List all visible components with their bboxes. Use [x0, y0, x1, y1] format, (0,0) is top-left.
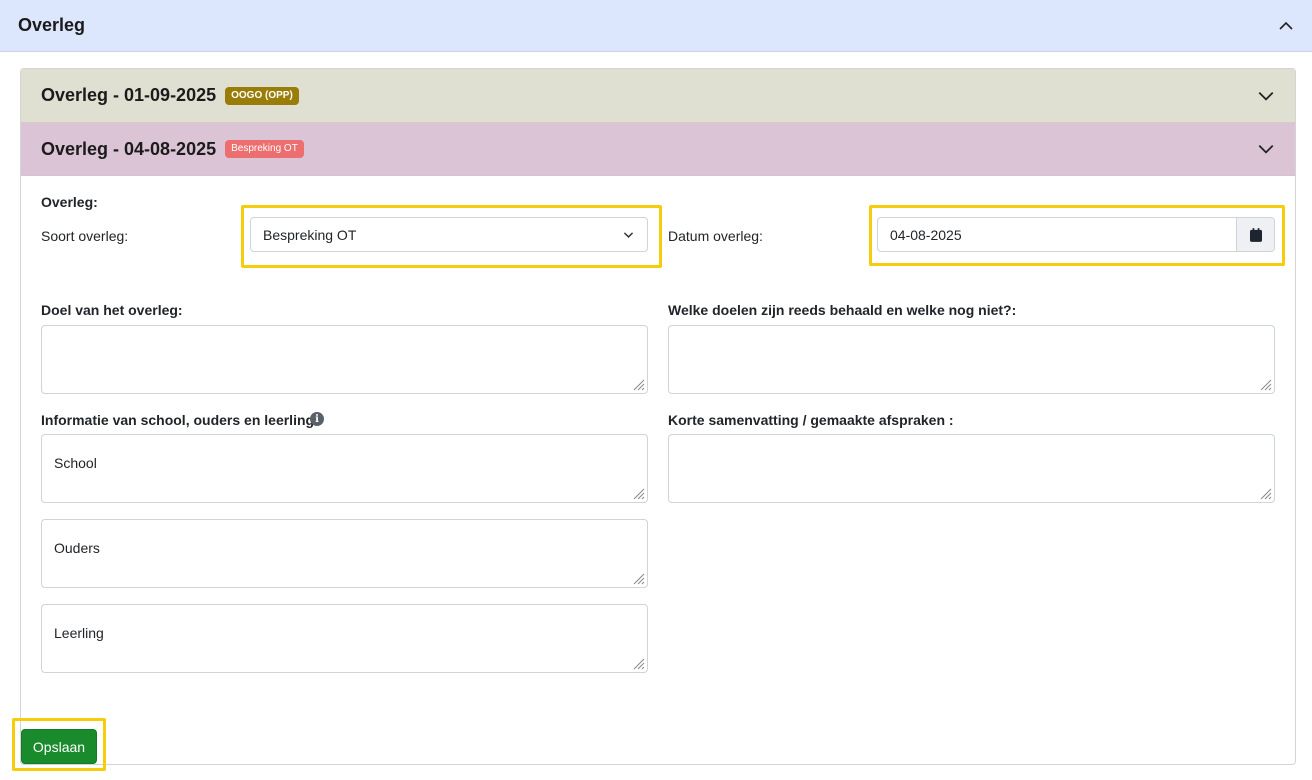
resize-grip-icon[interactable]: [633, 488, 645, 500]
datum-overleg-label: Datum overleg:: [668, 228, 763, 244]
chevron-down-icon[interactable]: [1257, 140, 1275, 158]
doelen-behaald-textarea[interactable]: [668, 325, 1275, 394]
ouders-text: Ouders: [54, 540, 100, 556]
school-textarea[interactable]: School: [41, 434, 648, 503]
doelen-behaald-label: Welke doelen zijn reeds behaald en welke…: [668, 302, 1017, 318]
status-badge: OOGO (OPP): [225, 86, 299, 105]
accordion-title: Overleg - 04-08-2025: [41, 138, 217, 159]
save-button[interactable]: Opslaan: [21, 729, 97, 764]
resize-grip-icon[interactable]: [633, 379, 645, 391]
resize-grip-icon[interactable]: [633, 658, 645, 670]
soort-overleg-label: Soort overleg:: [41, 228, 129, 244]
ouders-textarea[interactable]: Ouders: [41, 519, 648, 588]
accordion-item-overleg-04-08-2025[interactable]: Overleg - 04-08-2025 Bespreking OT: [21, 123, 1295, 176]
chevron-up-icon[interactable]: [1278, 18, 1294, 34]
samenvatting-label: Korte samenvatting / gemaakte afspraken …: [668, 412, 954, 428]
soort-overleg-value: Bespreking OT: [263, 226, 357, 243]
info-icon[interactable]: i: [310, 412, 324, 426]
overleg-section-label: Overleg:: [41, 194, 98, 210]
leerling-text: Leerling: [54, 625, 104, 641]
doel-label: Doel van het overleg:: [41, 302, 183, 318]
chevron-down-icon: [623, 232, 634, 238]
section-title: Overleg: [18, 15, 86, 35]
calendar-button[interactable]: [1236, 218, 1274, 251]
accordion-title: Overleg - 01-09-2025: [41, 85, 217, 105]
soort-overleg-select[interactable]: Bespreking OT: [250, 217, 648, 252]
datum-overleg-field[interactable]: 04-08-2025: [877, 217, 1275, 252]
samenvatting-textarea[interactable]: [668, 434, 1275, 503]
accordion-item-overleg-01-09-2025[interactable]: Overleg - 01-09-2025 OOGO (OPP): [21, 69, 1295, 123]
resize-grip-icon[interactable]: [1260, 379, 1272, 391]
informatie-label: Informatie van school, ouders en leerlin…: [41, 412, 315, 428]
calendar-icon: [1249, 227, 1262, 242]
chevron-down-icon[interactable]: [1257, 87, 1275, 105]
datum-overleg-input[interactable]: 04-08-2025: [878, 218, 1236, 251]
doel-textarea[interactable]: [41, 325, 648, 394]
overleg-section-header[interactable]: Overleg: [0, 0, 1312, 52]
status-badge: Bespreking OT: [225, 140, 304, 158]
resize-grip-icon[interactable]: [633, 573, 645, 585]
resize-grip-icon[interactable]: [1260, 488, 1272, 500]
school-text: School: [54, 455, 97, 471]
leerling-textarea[interactable]: Leerling: [41, 604, 648, 673]
